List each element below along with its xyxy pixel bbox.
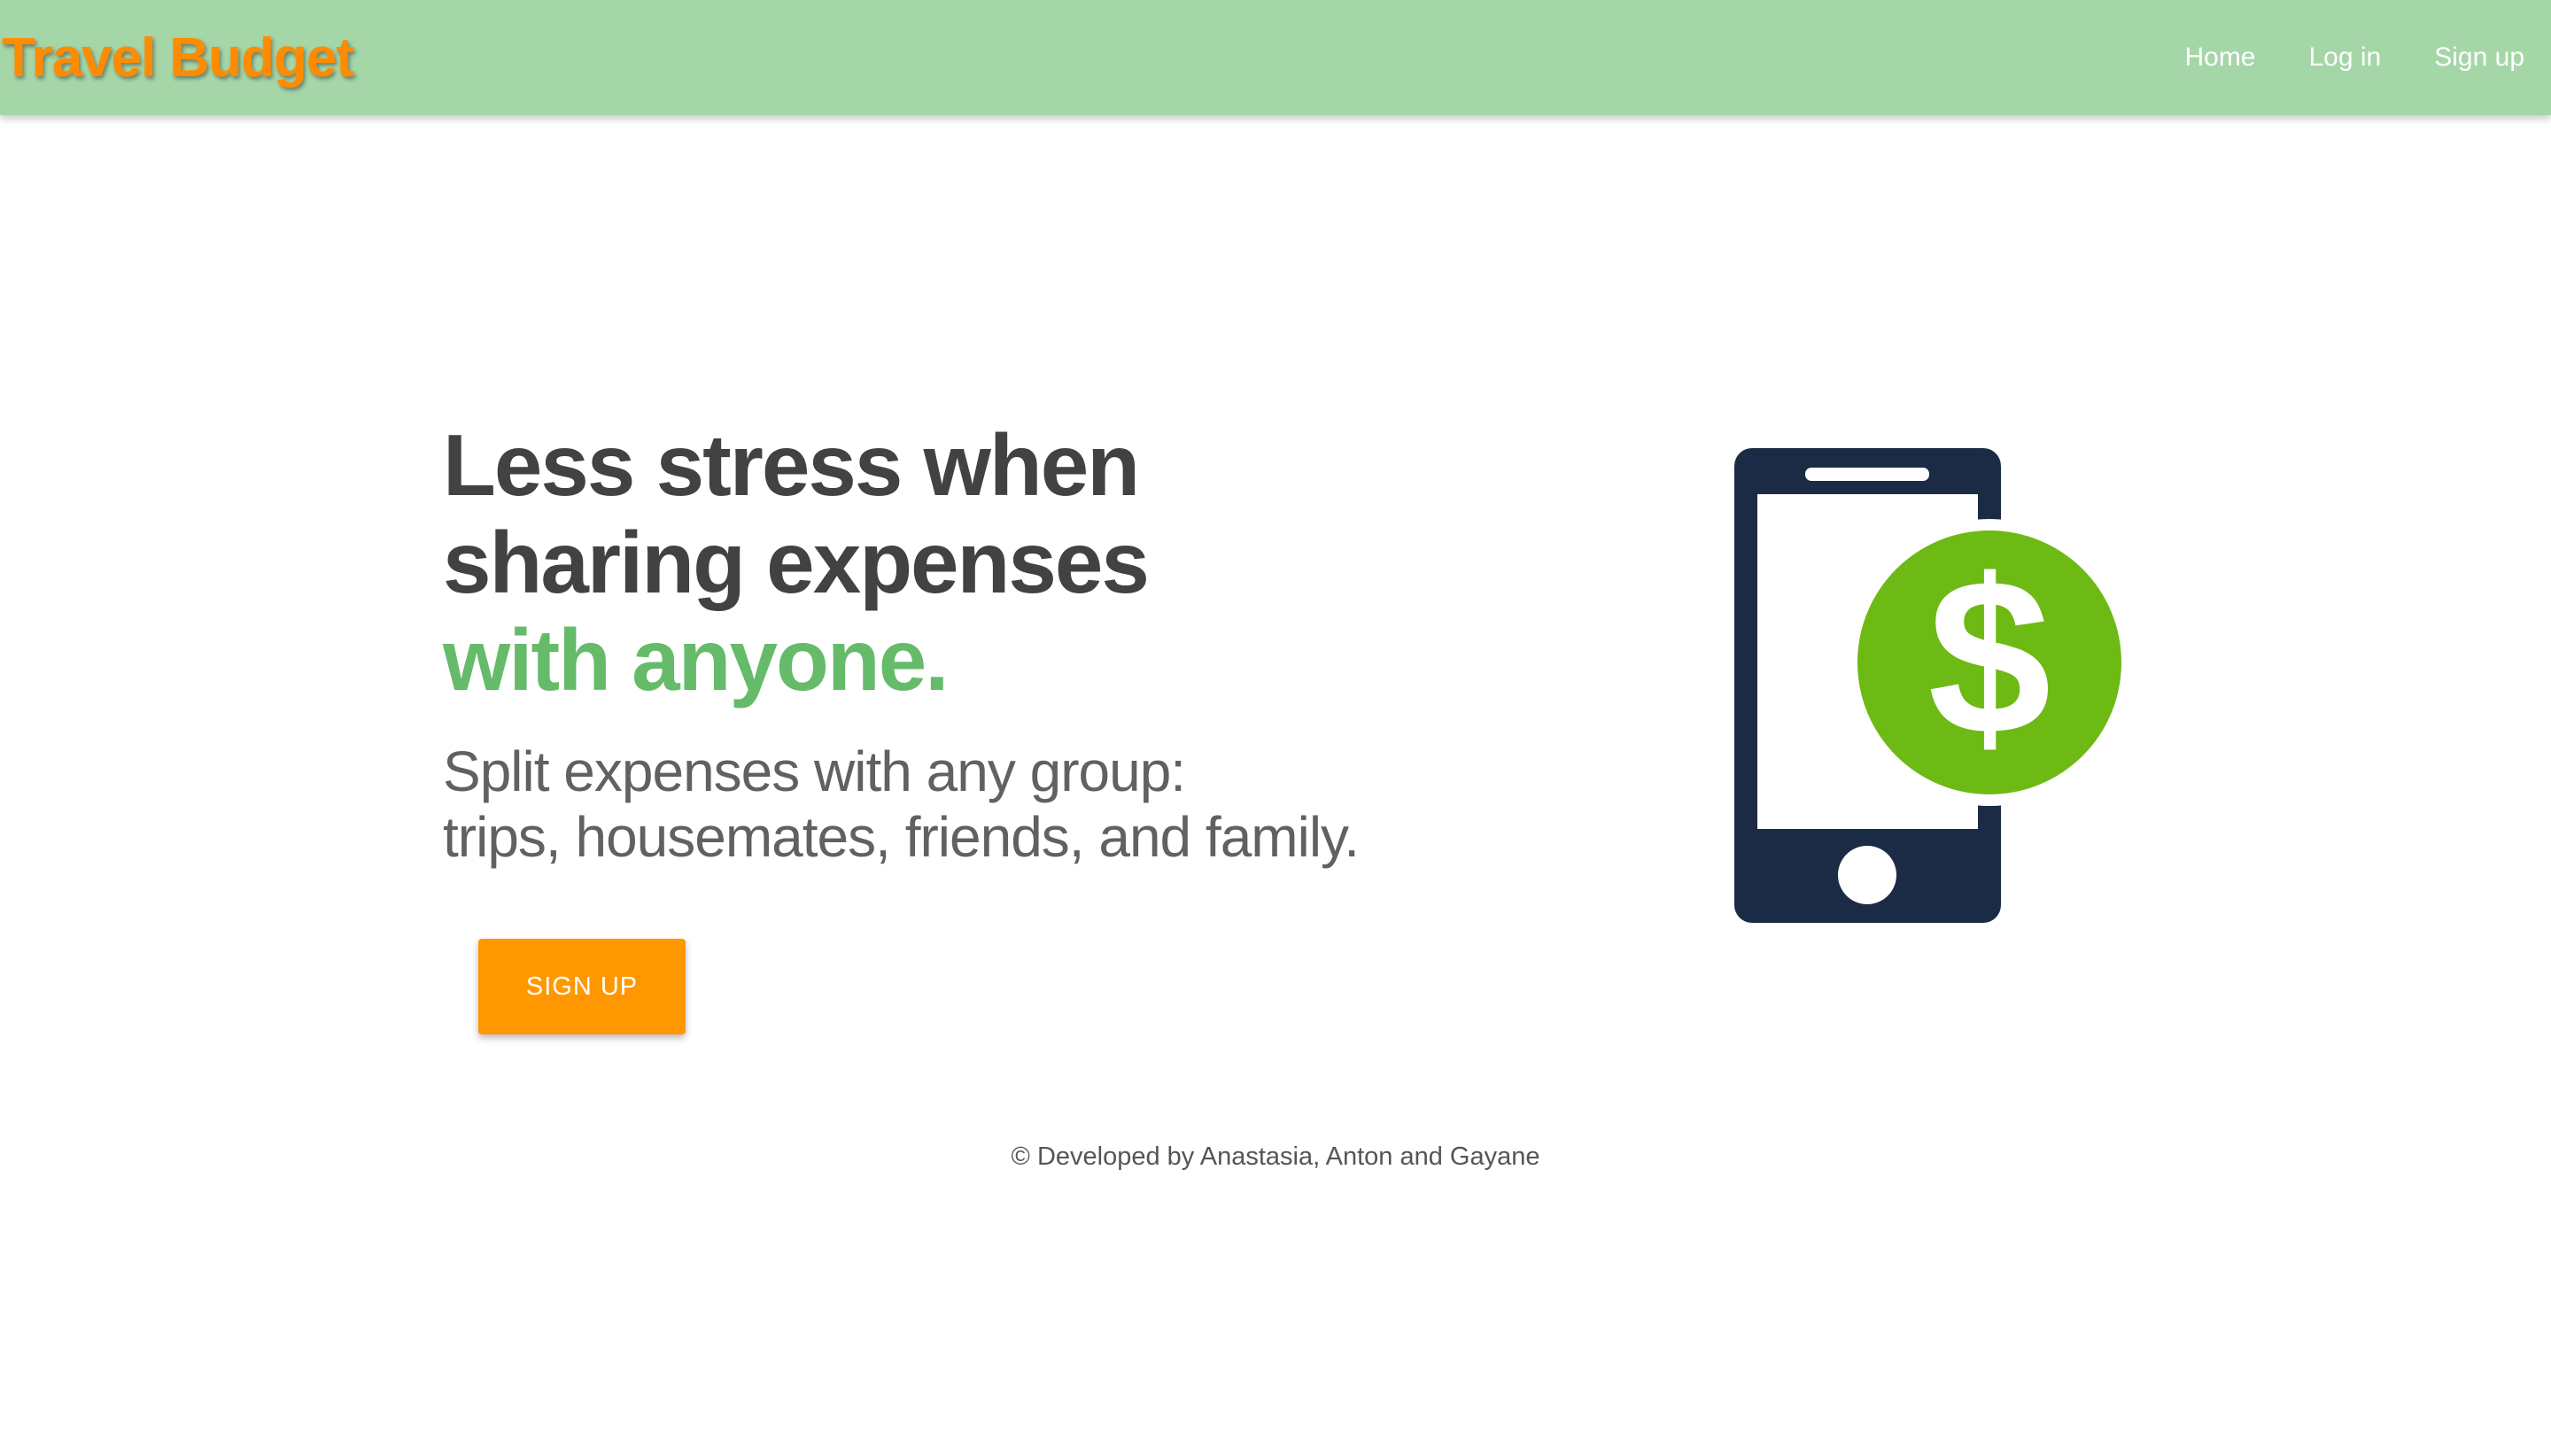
brand-logo[interactable]: Travel Budget [2,25,354,92]
footer: © Developed by Anastasia, Anton and Gaya… [0,1142,2551,1172]
signup-button[interactable]: SIGN UP [478,939,686,1034]
phone-dollar-icon: $ [1734,448,2124,923]
headline-line-1: Less stress when [443,416,1140,514]
footer-credits: © Developed by Anastasia, Anton and Gaya… [1011,1142,1540,1171]
hero-text: Less stress when sharing expenses with a… [443,416,1550,870]
subtitle-line-1: Split expenses with any group: [443,740,1186,803]
headline-accent: with anyone. [443,611,950,709]
nav-link-home[interactable]: Home [2184,43,2255,73]
navbar: Travel Budget Home Log in Sign up [0,0,2551,115]
headline-line-2: sharing expenses [443,514,1150,611]
hero-subtitle: Split expenses with any group: trips, ho… [443,739,1550,870]
hero-headline: Less stress when sharing expenses with a… [443,416,1550,709]
nav-link-login[interactable]: Log in [2309,43,2382,73]
nav-links: Home Log in Sign up [2131,0,2524,115]
svg-text:$: $ [1927,533,2051,780]
nav-link-signup[interactable]: Sign up [2434,43,2524,73]
subtitle-line-2: trips, housemates, friends, and family. [443,805,1360,869]
